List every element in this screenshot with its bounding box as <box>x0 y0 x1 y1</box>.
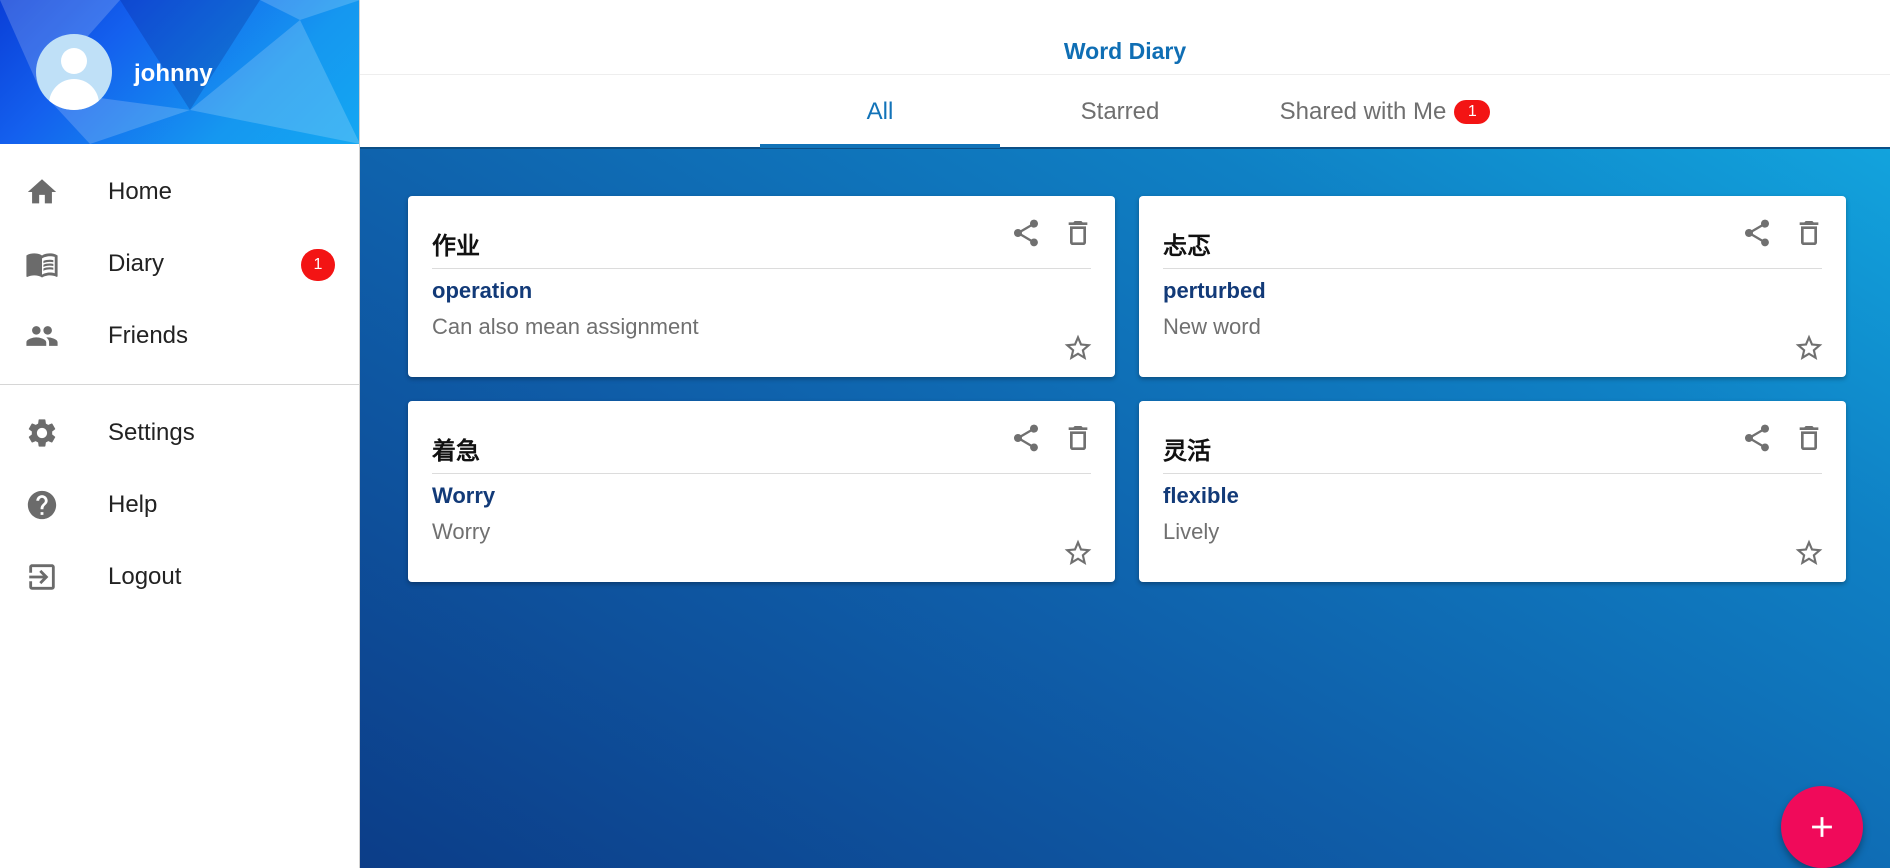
add-word-button[interactable] <box>1781 786 1863 868</box>
delete-icon[interactable] <box>1792 421 1826 455</box>
card-word: flexible <box>1163 483 1239 508</box>
plus-icon <box>1812 817 1832 837</box>
delete-icon[interactable] <box>1061 216 1095 250</box>
delete-icon[interactable] <box>1792 216 1826 250</box>
card-title: 灵活 <box>1163 437 1211 465</box>
word-card[interactable]: 作业 operation Can also mean assignment <box>408 196 1115 377</box>
share-icon[interactable] <box>1009 421 1043 455</box>
person-icon <box>61 48 87 74</box>
card-note: Lively <box>1163 519 1220 544</box>
card-actions <box>1740 421 1826 455</box>
card-note: New word <box>1163 314 1261 339</box>
appbar-divider <box>360 74 1890 75</box>
nav-label: Friends <box>108 322 189 349</box>
card-word: operation <box>432 278 533 303</box>
nav-divider <box>0 384 359 385</box>
nav-item-diary[interactable]: Diary 1 <box>0 228 359 300</box>
nav-item-home[interactable]: Home <box>0 156 359 228</box>
tab-label: Starred <box>1080 98 1160 125</box>
main-area: Word Diary All Starred Shared with Me 1 … <box>360 0 1890 868</box>
card-divider <box>1163 473 1822 474</box>
share-icon[interactable] <box>1009 216 1043 250</box>
help-icon <box>24 487 60 523</box>
nav-label: Settings <box>108 419 195 446</box>
nav-item-settings[interactable]: Settings <box>0 397 359 469</box>
nav-label: Home <box>108 178 173 205</box>
word-card[interactable]: 灵活 flexible Lively <box>1139 401 1846 582</box>
card-actions <box>1009 216 1095 250</box>
card-word: perturbed <box>1163 278 1266 303</box>
username: johnny <box>134 60 213 87</box>
card-title: 忐忑 <box>1163 232 1211 260</box>
nav-label: Help <box>108 491 158 518</box>
star-icon[interactable] <box>1792 536 1826 570</box>
card-title: 作业 <box>432 232 480 260</box>
card-note: Worry <box>432 519 491 544</box>
avatar[interactable] <box>36 34 112 110</box>
card-actions <box>1740 216 1826 250</box>
card-title: 着急 <box>432 437 480 465</box>
star-icon[interactable] <box>1061 331 1095 365</box>
delete-icon[interactable] <box>1061 421 1095 455</box>
card-grid: 作业 operation Can also mean assignment 忐忑 <box>360 149 1890 868</box>
nav-label: Logout <box>108 563 182 590</box>
tab-label: Shared with Me <box>1279 98 1447 125</box>
card-divider <box>1163 268 1822 269</box>
nav-item-help[interactable]: Help <box>0 469 359 541</box>
tab-label: All <box>866 98 894 125</box>
home-icon <box>24 174 60 210</box>
sidebar: johnny Home Diary 1 Friends Settings Hel… <box>0 0 360 868</box>
shared-count-badge: 1 <box>1454 100 1491 124</box>
word-card[interactable]: 着急 Worry Worry <box>408 401 1115 582</box>
card-divider <box>432 473 1091 474</box>
card-word: Worry <box>432 483 496 508</box>
card-note: Can also mean assignment <box>432 314 699 339</box>
logout-icon <box>24 559 60 595</box>
people-icon <box>24 318 60 354</box>
active-tab-indicator <box>760 144 1000 148</box>
tab-shared-with-me[interactable]: Shared with Me 1 <box>1240 76 1530 148</box>
nav-menu: Home Diary 1 Friends Settings Help Logou… <box>0 144 359 613</box>
nav-item-logout[interactable]: Logout <box>0 541 359 613</box>
app-bar: Word Diary All Starred Shared with Me 1 <box>360 0 1890 149</box>
page-title: Word Diary <box>1063 38 1187 64</box>
diary-count-badge: 1 <box>301 249 335 281</box>
tab-starred[interactable]: Starred <box>1000 76 1240 148</box>
share-icon[interactable] <box>1740 216 1774 250</box>
card-divider <box>432 268 1091 269</box>
tab-bar: All Starred Shared with Me 1 <box>360 76 1890 148</box>
nav-label: Diary <box>108 250 165 277</box>
star-icon[interactable] <box>1061 536 1095 570</box>
share-icon[interactable] <box>1740 421 1774 455</box>
tab-all[interactable]: All <box>760 76 1000 148</box>
profile-header: johnny <box>0 0 359 144</box>
card-actions <box>1009 421 1095 455</box>
nav-item-friends[interactable]: Friends <box>0 300 359 372</box>
word-card[interactable]: 忐忑 perturbed New word <box>1139 196 1846 377</box>
gear-icon <box>24 415 60 451</box>
book-icon <box>24 246 60 282</box>
star-icon[interactable] <box>1792 331 1826 365</box>
